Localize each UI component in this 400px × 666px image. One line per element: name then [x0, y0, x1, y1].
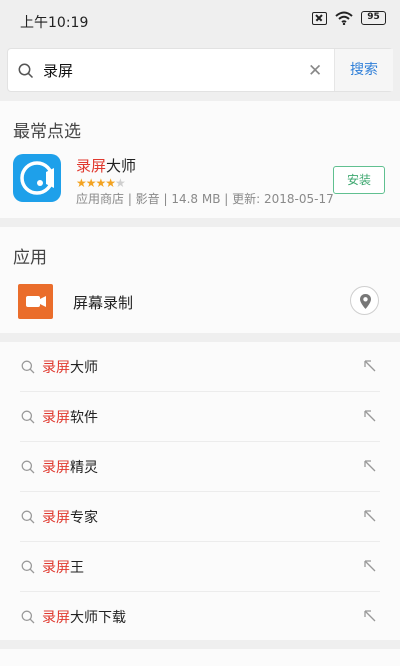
search-input[interactable]: 录屏 — [43, 60, 73, 81]
app-meta: 应用商店 | 影音 | 14.8 MB | 更新: 2018-05-17 — [76, 192, 334, 206]
suggestion-item[interactable]: 录屏精灵 — [0, 442, 400, 492]
fill-query-arrow-icon[interactable] — [363, 558, 377, 577]
video-camera-icon — [26, 296, 46, 307]
suggestion-highlight: 录屏 — [42, 560, 70, 576]
search-icon — [21, 359, 35, 378]
suggestion-highlight: 录屏 — [42, 460, 70, 476]
search-icon — [21, 409, 35, 428]
search-icon — [21, 559, 35, 578]
fill-query-arrow-icon[interactable] — [363, 408, 377, 427]
fill-query-arrow-icon[interactable] — [363, 608, 377, 627]
suggestion-item[interactable]: 录屏王 — [0, 542, 400, 592]
status-time: 上午10:19 — [20, 15, 89, 31]
location-pin-icon — [360, 294, 371, 309]
app-name[interactable]: 录屏大师 — [76, 155, 136, 176]
suggestion-text: 录屏王 — [42, 557, 84, 577]
suggestion-item[interactable]: 录屏软件 — [0, 392, 400, 442]
suggestion-rest: 大师下载 — [70, 610, 126, 626]
fill-query-arrow-icon[interactable] — [363, 508, 377, 527]
suggestion-item[interactable]: 录屏专家 — [0, 492, 400, 542]
screen-recording-app-icon[interactable] — [18, 284, 53, 319]
status-bar: 上午10:19 95 — [0, 0, 400, 40]
search-icon — [21, 609, 35, 628]
app-item-name[interactable]: 屏幕录制 — [73, 292, 133, 313]
apps-title: 应用 — [13, 248, 47, 268]
clear-icon[interactable]: ✕ — [308, 61, 322, 81]
star-icon: ★★★★ — [76, 176, 116, 190]
suggestion-rest: 大师 — [70, 360, 98, 376]
suggestion-rest: 精灵 — [70, 460, 98, 476]
screen-recorder-app-icon[interactable] — [13, 154, 61, 202]
suggestion-rest: 专家 — [70, 510, 98, 526]
wifi-icon — [335, 11, 353, 25]
locate-button[interactable] — [350, 286, 379, 315]
search-icon — [21, 459, 35, 478]
recorder-camera-icon — [20, 161, 56, 195]
search-bar: 录屏 ✕ 搜索 — [7, 48, 393, 92]
next-card — [0, 649, 400, 666]
battery-icon: 95 — [361, 11, 386, 25]
search-button[interactable]: 搜索 — [335, 49, 393, 91]
suggestion-item[interactable]: 录屏大师 — [0, 342, 400, 392]
fill-query-arrow-icon[interactable] — [363, 458, 377, 477]
suggestion-item[interactable]: 录屏大师下载 — [0, 592, 400, 642]
rating-stars: ★★★★★ — [76, 176, 126, 190]
notification-muted-icon — [312, 11, 327, 25]
suggestion-text: 录屏大师下载 — [42, 607, 126, 627]
search-icon — [18, 63, 34, 79]
app-name-rest: 大师 — [106, 157, 137, 175]
suggestion-text: 录屏大师 — [42, 357, 98, 377]
fill-query-arrow-icon[interactable] — [363, 358, 377, 377]
top-picks-title: 最常点选 — [13, 122, 81, 142]
suggestion-text: 录屏软件 — [42, 407, 98, 427]
suggestion-highlight: 录屏 — [42, 360, 70, 376]
apps-card — [0, 227, 400, 333]
install-button[interactable]: 安装 — [333, 166, 385, 194]
suggestion-highlight: 录屏 — [42, 610, 70, 626]
suggestion-rest: 王 — [70, 560, 84, 576]
suggestion-text: 录屏专家 — [42, 507, 98, 527]
app-name-highlight: 录屏 — [76, 157, 107, 175]
search-icon — [21, 509, 35, 528]
suggestion-text: 录屏精灵 — [42, 457, 98, 477]
star-empty-icon: ★ — [115, 176, 126, 190]
suggestion-highlight: 录屏 — [42, 510, 70, 526]
suggestion-highlight: 录屏 — [42, 410, 70, 426]
status-icons: 95 — [312, 11, 386, 25]
suggestion-rest: 软件 — [70, 410, 98, 426]
